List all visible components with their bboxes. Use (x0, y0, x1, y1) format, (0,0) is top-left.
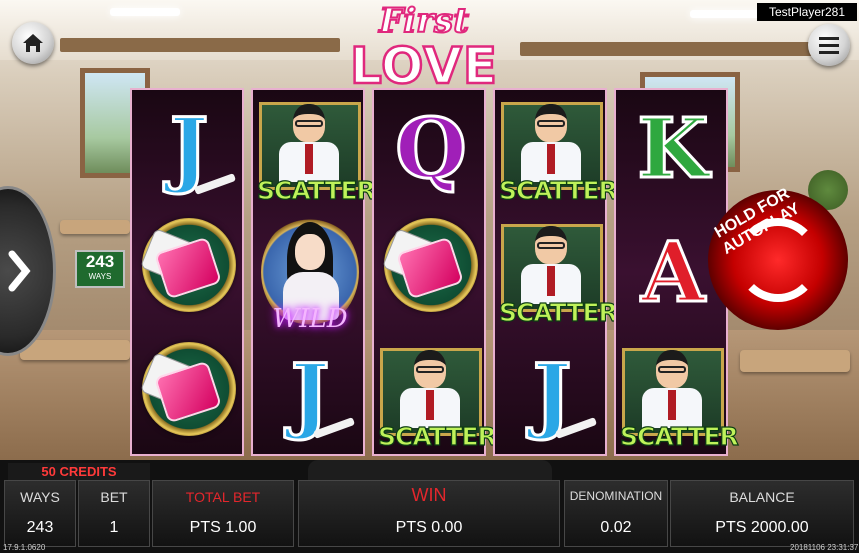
glasses (416, 366, 444, 373)
glasses (295, 120, 323, 127)
scatter-label: SCATTER (498, 297, 618, 327)
scatter-label: SCATTER (498, 175, 618, 205)
balance-display: BALANCE PTS 2000.00 (670, 480, 854, 547)
symbol-condom (136, 338, 242, 448)
denomination-value: 0.02 (600, 519, 632, 536)
ceiling-lamp (690, 10, 760, 18)
tie (305, 144, 313, 174)
symbol-letter: K (636, 100, 710, 199)
tie (668, 390, 676, 420)
game-logo: First LOVE (344, 1, 504, 98)
symbol-letter: J (289, 346, 331, 445)
home-button[interactable] (12, 22, 54, 64)
symbol-letter: J (531, 346, 573, 445)
glasses (537, 120, 565, 127)
player-name: TestPlayer281 (757, 3, 857, 21)
scatter-label: SCATTER (377, 421, 497, 451)
scatter-label: SCATTER (619, 421, 739, 451)
bottom-bar: 50 CREDITS WAYS 243 BET 1 TOTAL BET PTS … (0, 460, 859, 553)
bet-value: 1 (109, 519, 119, 536)
tie (547, 144, 555, 174)
symbol-j: J (136, 94, 242, 204)
menu-button[interactable] (808, 24, 850, 66)
ways-value: 243 (26, 519, 54, 536)
chevron-right-icon (8, 250, 31, 292)
home-icon (23, 34, 43, 52)
desk (60, 220, 130, 234)
symbol-j: J (257, 340, 363, 450)
balance-label: BALANCE (729, 489, 795, 505)
tie (547, 266, 555, 296)
credits-label: 50 CREDITS (8, 463, 150, 481)
glasses (537, 242, 565, 249)
desk (740, 350, 850, 372)
symbol-letter: J (168, 100, 210, 199)
symbol-condom (136, 214, 242, 324)
win-label: WIN (411, 485, 447, 505)
tie (426, 390, 434, 420)
symbol-scatter: SCATTER (498, 218, 618, 328)
win-display: WIN PTS 0.00 (298, 480, 560, 547)
total-bet-value: PTS 1.00 (189, 519, 257, 536)
symbol-scatter: SCATTER (377, 342, 497, 452)
logo-first: First (378, 1, 470, 41)
denomination-selector[interactable]: DENOMINATION 0.02 (564, 480, 668, 547)
ways-label: WAYS (20, 489, 60, 505)
girl-face (295, 234, 325, 270)
symbol-condom (378, 214, 484, 324)
reel-1: J (130, 88, 244, 456)
reel-2: SCATTER WILD J (251, 88, 376, 456)
symbol-scatter: SCATTER (619, 342, 739, 452)
autoplay-spin-button[interactable]: HOLD FOR AUTOPLAY (708, 185, 848, 330)
reel-4: SCATTER SCATTER J (493, 88, 618, 456)
ceiling-lamp (110, 8, 180, 16)
next-game-button[interactable] (0, 186, 56, 356)
wild-label: WILD (272, 304, 348, 334)
version-label: 17.9.1.0620 (3, 543, 46, 552)
reel-3: Q SCATTER (372, 88, 497, 456)
symbol-wild: WILD (257, 216, 363, 334)
glasses (658, 366, 686, 373)
game-stage: First LOVE TestPlayer281 243 WAYS J SCAT… (0, 0, 859, 553)
bet-label: BET (100, 489, 128, 505)
ceiling-beam (60, 38, 340, 52)
win-tab (308, 460, 552, 480)
ways-badge: 243 WAYS (75, 250, 125, 288)
ways-label: WAYS (88, 272, 112, 281)
symbol-k: K (620, 94, 726, 204)
ways-display: WAYS 243 (4, 480, 76, 547)
symbol-scatter: SCATTER (498, 96, 618, 206)
timestamp-label: 20181106 23:31:37 (790, 543, 859, 552)
balance-value: PTS 2000.00 (715, 519, 809, 536)
bet-selector[interactable]: BET 1 (78, 480, 150, 547)
denomination-label: DENOMINATION (569, 489, 663, 503)
symbol-scatter: SCATTER (256, 96, 376, 206)
ceiling-beam (520, 42, 820, 56)
logo-love: LOVE (349, 37, 499, 95)
symbol-j: J (499, 340, 605, 450)
win-value: PTS 0.00 (395, 519, 463, 536)
total-bet-label: TOTAL BET (185, 489, 261, 505)
symbol-q: Q (378, 94, 484, 204)
total-bet-display: TOTAL BET PTS 1.00 (152, 480, 294, 547)
scatter-label: SCATTER (256, 175, 376, 205)
ways-count: 243 (85, 252, 115, 271)
symbol-letter: Q (394, 100, 468, 199)
menu-icon (819, 37, 839, 54)
